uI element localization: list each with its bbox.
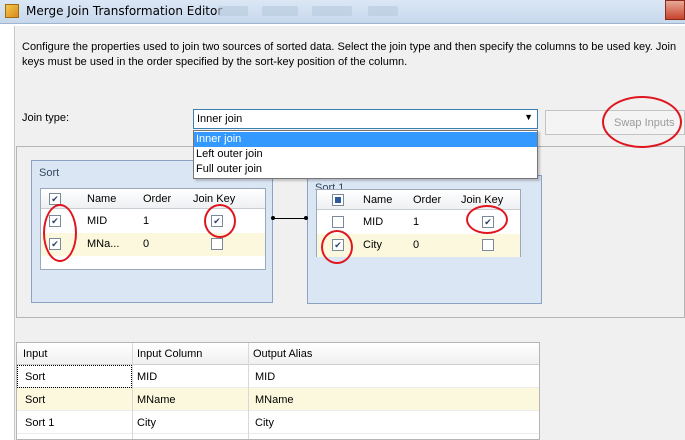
output-row[interactable]: Sort MID MID	[17, 365, 539, 388]
annotation-circle-right-select	[321, 230, 353, 264]
title-bar: Merge Join Transformation Editor	[0, 0, 685, 24]
column-divider	[132, 343, 133, 439]
app-icon	[5, 4, 19, 18]
join-type-value: Inner join	[197, 113, 243, 125]
join-connector-line	[271, 216, 308, 220]
column-name: City	[363, 239, 382, 251]
column-select-checkbox[interactable]	[332, 216, 344, 228]
output-row[interactable]: Sort MName MName	[17, 388, 539, 411]
header-join-key: Join Key	[193, 193, 236, 205]
annotation-circle-left-select	[43, 204, 77, 262]
output-input-column: MID	[137, 371, 158, 383]
join-type-select[interactable]: Inner join ▼	[193, 109, 538, 129]
chevron-down-icon[interactable]: ▼	[524, 112, 533, 122]
description-text: Configure the properties used to join tw…	[22, 41, 680, 68]
output-input: Sort	[25, 371, 46, 383]
background-menu-ghost	[262, 6, 298, 16]
join-type-dropdown-list[interactable]: Inner join Left outer join Full outer jo…	[193, 130, 538, 179]
background-menu-ghost	[312, 6, 352, 16]
column-name: MID	[363, 216, 384, 228]
output-input: Sort	[25, 394, 46, 406]
input-box-title: Sort	[39, 167, 60, 179]
header-order: Order	[413, 194, 442, 206]
close-button[interactable]	[665, 0, 685, 20]
header-input: Input	[23, 348, 48, 360]
output-columns-grid: Input Input Column Output Alias Sort MID…	[16, 342, 540, 440]
column-order: 0	[413, 239, 420, 251]
output-alias: City	[255, 417, 274, 429]
output-input-column: City	[137, 417, 156, 429]
header-output-alias: Output Alias	[253, 348, 313, 360]
background-menu-ghost	[218, 6, 248, 16]
header-join-key: Join Key	[461, 194, 504, 206]
output-input: Sort 1	[25, 417, 55, 429]
header-order: Order	[143, 193, 172, 205]
column-order: 0	[143, 238, 150, 250]
join-key-checkbox[interactable]	[482, 239, 494, 251]
column-divider	[248, 343, 249, 439]
join-type-option-left-outer[interactable]: Left outer join	[194, 147, 537, 162]
column-order: 1	[143, 215, 150, 227]
column-name: MID	[87, 215, 108, 227]
column-order: 1	[413, 216, 420, 228]
header-name: Name	[87, 193, 117, 205]
output-alias: MName	[255, 394, 294, 406]
output-row[interactable]: Sort 1 City City	[17, 411, 539, 434]
output-grid-header: Input Input Column Output Alias	[17, 343, 539, 365]
header-input-column: Input Column	[137, 348, 203, 360]
annotation-circle-right-joinkey	[466, 205, 508, 234]
join-type-label: Join type:	[22, 112, 70, 124]
output-input-column: MName	[137, 394, 176, 406]
column-name: MNa...	[87, 238, 120, 250]
output-alias: MID	[255, 371, 276, 383]
select-all-checkbox[interactable]	[332, 194, 344, 206]
header-name: Name	[363, 194, 393, 206]
grid-header: Name Order Join Key	[41, 189, 265, 209]
join-type-option-full-outer[interactable]: Full outer join	[194, 162, 537, 177]
background-menu-ghost	[368, 6, 398, 16]
join-type-option-inner[interactable]: Inner join	[194, 132, 537, 147]
annotation-circle-left-joinkey	[204, 204, 236, 238]
annotation-circle-swap	[602, 96, 682, 148]
window-title: Merge Join Transformation Editor	[26, 4, 223, 18]
join-key-checkbox[interactable]	[211, 238, 223, 250]
